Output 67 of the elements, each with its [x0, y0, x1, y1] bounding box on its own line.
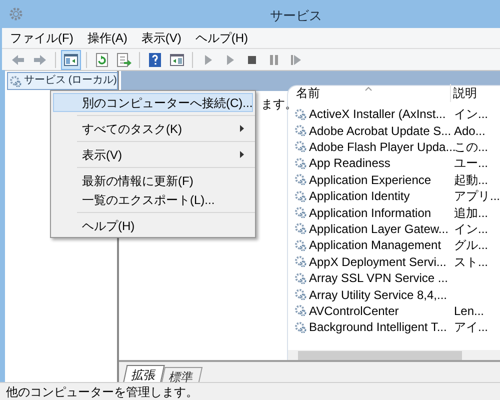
refresh-icon: [94, 52, 110, 68]
menu-item[interactable]: ヘルプ(H): [195, 29, 248, 47]
gear-icon: [8, 6, 24, 22]
gear-icon: [294, 222, 307, 236]
gear-icon: [294, 108, 307, 121]
sort-icon: [364, 87, 372, 91]
gear-icon: [9, 74, 22, 88]
column-header[interactable]: 説明: [450, 84, 477, 102]
console-tree-button[interactable]: [61, 50, 81, 70]
menu-item[interactable]: 操作(A): [87, 29, 128, 47]
menu-item[interactable]: すべてのタスク(K): [53, 119, 253, 138]
gear-icon: [294, 320, 307, 334]
menu-item[interactable]: ヘルプ(H): [53, 216, 253, 235]
menu-item[interactable]: 別のコンピューターへ接続(C)...: [53, 93, 253, 112]
menu-item[interactable]: 表示(V): [141, 29, 182, 47]
service-description: Len...: [452, 302, 484, 320]
service-description: イン...: [452, 106, 488, 124]
service-description: スト...: [452, 254, 488, 271]
service-description: 起動...: [452, 172, 488, 189]
gear-icon: [294, 304, 307, 318]
gear-icon: [294, 156, 307, 170]
service-name[interactable]: AppX Deployment Servi...: [306, 252, 451, 271]
service-name[interactable]: Application Experience: [306, 170, 451, 189]
view-tab[interactable]: 標準: [161, 367, 203, 382]
service-name[interactable]: Application Layer Gatew...: [306, 220, 451, 238]
horizontal-scrollbar[interactable]: [288, 350, 500, 360]
service-description: グル...: [452, 237, 488, 254]
service-name[interactable]: Application Identity: [306, 187, 451, 206]
service-name[interactable]: ActiveX Installer (AxInst...: [306, 105, 451, 124]
status-bar: 他のコンピューターを管理します。: [0, 382, 500, 400]
gear-icon: [294, 288, 307, 301]
service-description: アイ...: [452, 319, 488, 336]
gear-icon: [294, 173, 307, 186]
service-description: アプリ...: [452, 188, 500, 206]
menu-item[interactable]: ファイル(F): [10, 29, 74, 47]
gear-icon: [294, 272, 307, 285]
service-name[interactable]: Array Utility Service 8,4,...: [306, 286, 451, 304]
service-name[interactable]: Array SSL VPN Service ...: [306, 269, 451, 288]
service-name[interactable]: Application Information: [306, 204, 451, 222]
gear-icon: [294, 124, 307, 138]
description-text: ます。: [261, 97, 297, 113]
service-description: Ado...: [452, 122, 486, 140]
menu-item[interactable]: 一覧のエクスポート(L)...: [53, 190, 253, 209]
service-name[interactable]: Adobe Acrobat Update S...: [306, 122, 451, 140]
scrollbar-thumb[interactable]: [298, 350, 462, 360]
gear-icon: [294, 238, 307, 252]
console-tree-icon: [63, 52, 79, 68]
menu-item[interactable]: 最新の情報に更新(F): [53, 171, 253, 190]
service-description: 追加...: [452, 204, 488, 222]
service-name[interactable]: Application Management: [306, 236, 451, 254]
column-header[interactable]: 名前: [296, 84, 450, 102]
help-icon: [147, 52, 163, 68]
service-name[interactable]: App Readiness: [306, 154, 451, 172]
gear-icon: [294, 255, 307, 268]
gear-icon: [294, 206, 307, 220]
service-description: イン...: [452, 220, 488, 238]
service-name[interactable]: AVControlCenter: [306, 302, 451, 320]
menu-item[interactable]: 表示(V): [53, 145, 253, 164]
pane-icon: [169, 52, 185, 68]
export-icon: [116, 52, 132, 68]
gear-icon: [294, 140, 307, 154]
gear-icon: [294, 190, 307, 203]
tree-item[interactable]: サービス (ローカル): [7, 72, 118, 90]
service-description: ユー...: [452, 155, 488, 172]
view-tab[interactable]: 拡張: [123, 365, 165, 382]
service-name[interactable]: Background Intelligent T...: [306, 318, 451, 336]
window-title: サービス: [270, 7, 322, 25]
